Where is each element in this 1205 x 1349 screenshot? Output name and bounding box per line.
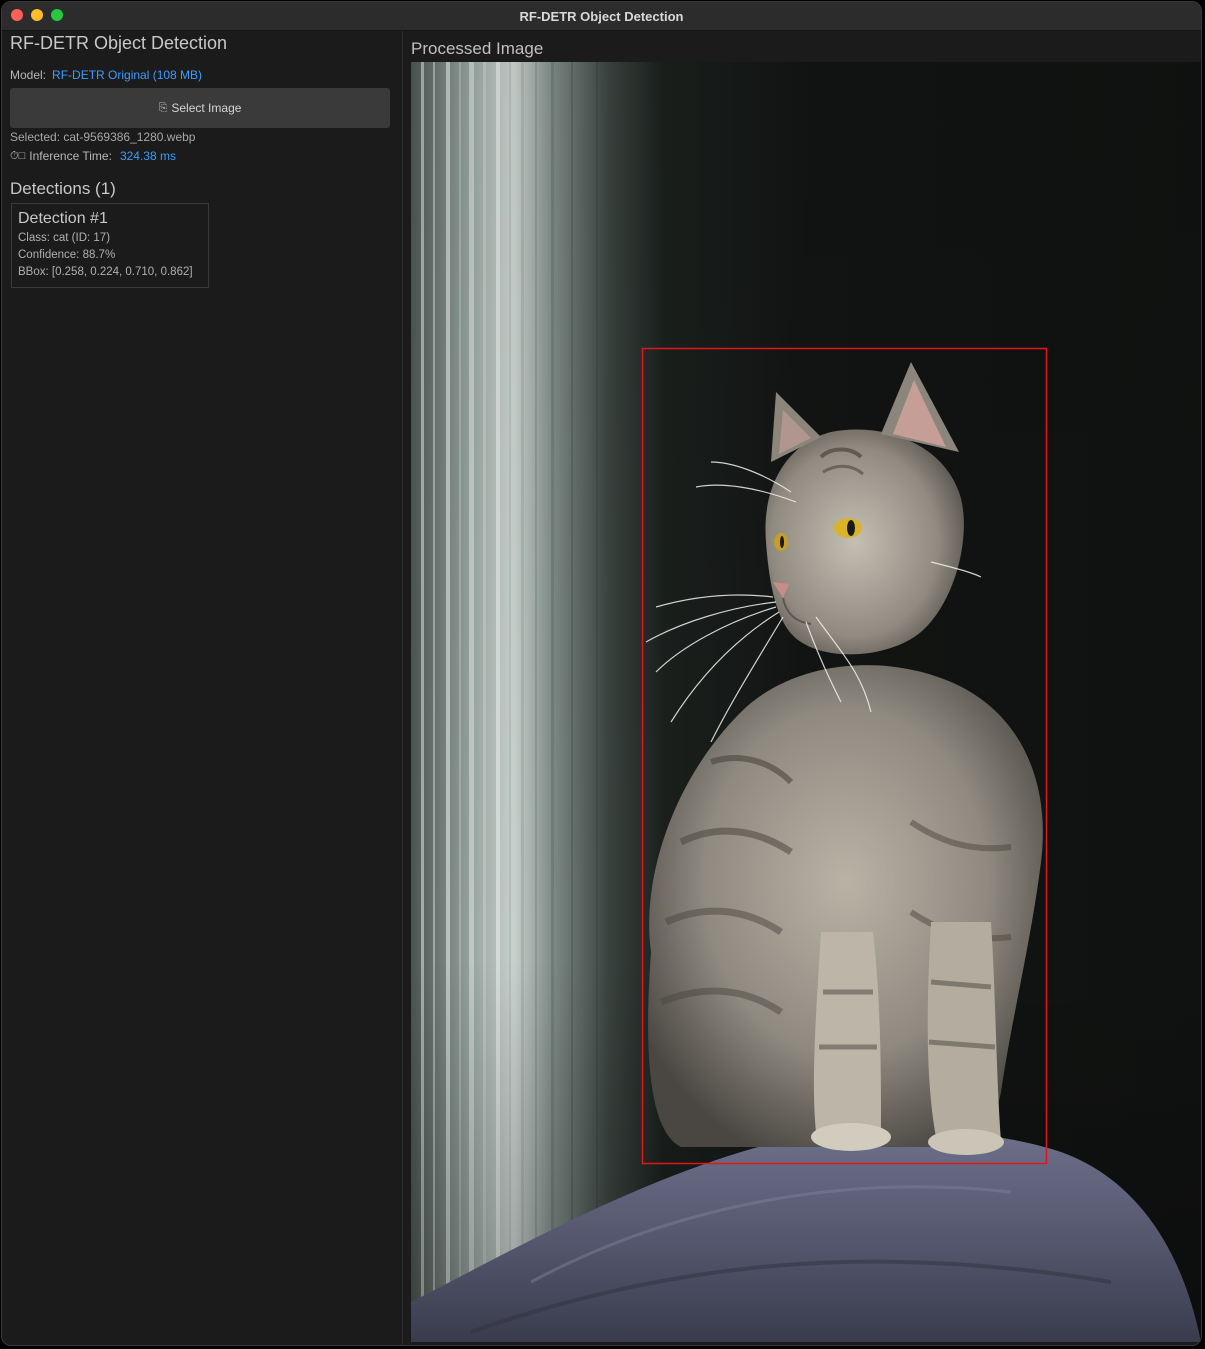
detection-class: Class: cat (ID: 17) [18,232,111,244]
detection-card: Detection #1 Class: cat (ID: 17) Confide… [11,203,209,288]
inference-label: Inference Time: [29,149,112,163]
detections-heading: Detections (1) [10,179,116,198]
model-label: Model: [10,68,47,82]
window-title: RF-DETR Object Detection [519,8,684,24]
processed-image-canvas [411,62,1201,1342]
inference-value: 324.38 ms [119,149,176,163]
detection-bbox: BBox: [0.258, 0.224, 0.710, 0.862] [18,266,193,278]
select-image-button[interactable]: ⎘ Select Image [10,88,390,128]
title-bar[interactable]: RF-DETR Object Detection [2,2,1201,31]
folder-icon: ⎘ [158,101,168,114]
maximize-window-button[interactable] [51,9,63,21]
model-value: RF-DETR Original (108 MB) [52,68,203,82]
model-row: Model: RF-DETR Original (108 MB) [10,68,202,82]
inference-row: ⏱□ Inference Time: 324.38 ms [10,149,176,163]
window-controls [11,9,63,21]
app-heading: RF-DETR Object Detection [10,33,228,53]
minimize-window-button[interactable] [31,9,43,21]
close-window-button[interactable] [11,9,23,21]
processed-image-heading: Processed Image [411,39,544,58]
main-panel: Processed Image [403,31,1201,1345]
app-window: RF-DETR Object Detection RF-DETR Object … [1,1,1202,1346]
detection-title: Detection #1 [18,210,108,227]
stopwatch-icon: ⏱□ [10,149,26,162]
select-image-label: Select Image [171,101,242,115]
selected-file-text: Selected: cat-9569386_1280.webp [10,130,196,144]
processed-image [411,62,1201,1342]
detection-confidence: Confidence: 88.7% [18,249,116,261]
sidebar: RF-DETR Object Detection Model: RF-DETR O… [2,31,403,1345]
